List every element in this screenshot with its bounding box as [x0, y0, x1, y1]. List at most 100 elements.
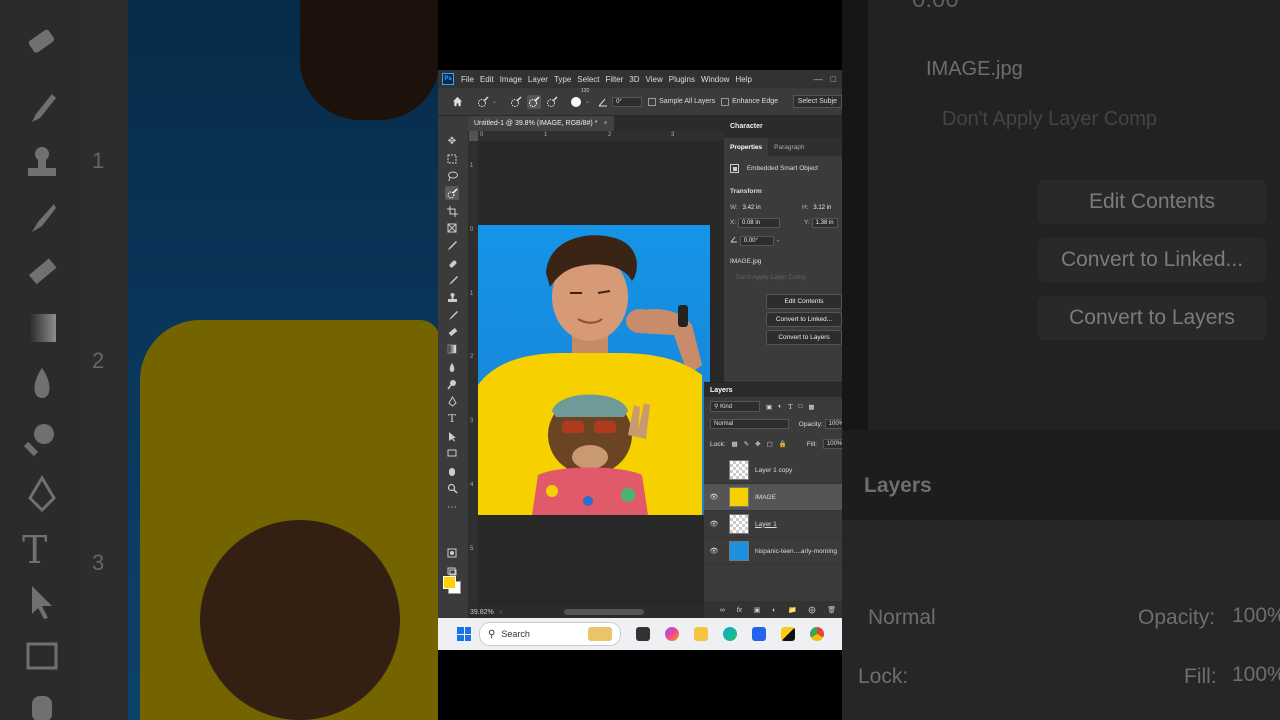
layer-comp-select[interactable]: Don't Apply Layer Comp — [736, 274, 806, 281]
maximize-icon[interactable]: □ — [831, 74, 836, 84]
filter-adjustment-icon[interactable]: ◐ — [778, 403, 782, 410]
type-tool-icon[interactable]: T — [445, 411, 459, 425]
select-subject-button[interactable]: Select Subje — [792, 95, 842, 108]
layer-row[interactable]: 👁 Layer 1 — [704, 511, 842, 538]
link-layers-icon[interactable]: ∞ — [720, 607, 725, 614]
menu-select[interactable]: Select — [574, 75, 602, 84]
menu-layer[interactable]: Layer — [525, 75, 551, 84]
zoom-level[interactable]: 39.82% — [470, 609, 494, 616]
sticky-app-icon[interactable] — [781, 627, 795, 641]
document-tab[interactable]: Untitled-1 @ 39.8% (IMAGE, RGB/8#) * × — [468, 116, 614, 131]
more-tools-icon[interactable]: ⋯ — [445, 500, 459, 514]
edge-browser-icon[interactable] — [723, 627, 737, 641]
quick-select-preset-icon[interactable] — [476, 95, 490, 109]
eraser-tool-icon[interactable] — [445, 325, 459, 339]
home-icon[interactable] — [450, 95, 464, 109]
add-to-selection-icon[interactable] — [527, 94, 542, 109]
angle-rotate-field[interactable]: 0.00° — [739, 235, 774, 246]
blur-tool-icon[interactable] — [445, 360, 459, 374]
angle-field[interactable]: 0° — [612, 96, 643, 107]
convert-to-linked-button[interactable]: Convert to Linked... — [766, 312, 842, 327]
windows-start-icon[interactable] — [457, 627, 471, 641]
brush-tool-icon[interactable] — [445, 273, 459, 287]
eye-icon[interactable]: 👁 — [707, 547, 721, 555]
sample-all-layers-checkbox[interactable] — [648, 97, 657, 106]
horizontal-scrollbar[interactable] — [564, 609, 644, 615]
history-brush-tool-icon[interactable] — [445, 308, 459, 322]
foreground-color-swatch[interactable] — [443, 576, 456, 589]
menu-edit[interactable]: Edit — [477, 75, 497, 84]
delete-layer-icon[interactable]: 🗑 — [827, 606, 836, 614]
taskbar-search[interactable]: ⚲ Search — [479, 622, 621, 646]
hand-tool-icon[interactable] — [445, 464, 459, 478]
brush-size-picker[interactable] — [569, 95, 583, 109]
height-field[interactable]: 3.12 in — [810, 204, 834, 212]
add-mask-icon[interactable]: ▣ — [754, 606, 761, 614]
lock-all-icon[interactable]: 🔒 — [779, 440, 787, 448]
new-layer-icon[interactable]: ⨁ — [808, 606, 815, 614]
menu-filter[interactable]: Filter — [603, 75, 627, 84]
layer-row[interactable]: Layer 1 copy — [704, 457, 842, 484]
chevron-down-icon[interactable]: ⌄ — [585, 98, 590, 105]
blend-mode-select[interactable]: Normal — [710, 419, 789, 429]
copilot-icon[interactable] — [665, 627, 679, 641]
lock-transparent-icon[interactable]: ▩ — [732, 440, 738, 448]
gradient-tool-icon[interactable] — [445, 342, 459, 356]
subtract-from-selection-icon[interactable] — [545, 95, 559, 109]
path-selection-tool-icon[interactable] — [445, 429, 459, 443]
eye-icon[interactable]: 👁 — [707, 493, 721, 501]
fill-field[interactable]: 100% — [822, 439, 842, 449]
opacity-field[interactable]: 100% — [824, 419, 842, 429]
store-icon[interactable] — [752, 627, 766, 641]
menu-view[interactable]: View — [643, 75, 666, 84]
menu-file[interactable]: File — [458, 75, 477, 84]
clone-stamp-tool-icon[interactable] — [445, 290, 459, 304]
status-arrow-icon[interactable]: ‹ — [500, 609, 502, 616]
rectangle-tool-icon[interactable] — [445, 446, 459, 460]
dodge-tool-icon[interactable] — [445, 377, 459, 391]
marquee-tool-icon[interactable] — [445, 152, 459, 166]
x-field[interactable]: 0.08 in — [737, 218, 780, 228]
kind-filter[interactable]: ⚲ Kind — [710, 401, 760, 412]
frame-tool-icon[interactable] — [445, 221, 459, 235]
artwork-image[interactable] — [478, 225, 710, 515]
tab-paragraph[interactable]: Paragraph — [768, 138, 810, 156]
minimize-icon[interactable]: — — [814, 74, 823, 84]
pen-tool-icon[interactable] — [445, 394, 459, 408]
chevron-down-icon[interactable]: ⌄ — [776, 238, 781, 244]
menu-3d[interactable]: 3D — [626, 75, 642, 84]
move-tool-icon[interactable]: ✥ — [445, 134, 459, 148]
menu-plugins[interactable]: Plugins — [666, 75, 698, 84]
layer-row[interactable]: 👁 hispanic-teen....arly-morning — [704, 538, 842, 565]
lasso-tool-icon[interactable] — [445, 169, 459, 183]
filter-smart-object-icon[interactable]: ▦ — [808, 403, 814, 411]
filter-shape-icon[interactable]: □ — [798, 403, 802, 410]
eyedropper-tool-icon[interactable] — [445, 238, 459, 252]
close-tab-icon[interactable]: × — [603, 120, 607, 127]
enhance-edge-checkbox[interactable] — [721, 97, 730, 106]
crop-tool-icon[interactable] — [445, 204, 459, 218]
task-view-icon[interactable] — [636, 627, 650, 641]
layer-effects-icon[interactable]: fx — [737, 607, 742, 614]
menu-help[interactable]: Help — [732, 75, 754, 84]
new-selection-icon[interactable] — [509, 95, 523, 109]
quick-mask-icon[interactable] — [445, 546, 459, 560]
character-panel-tab[interactable]: Character — [724, 116, 842, 136]
menu-window[interactable]: Window — [698, 75, 732, 84]
lock-pixels-icon[interactable]: ✎ — [744, 440, 749, 448]
zoom-tool-icon[interactable] — [445, 481, 459, 495]
convert-to-layers-button[interactable]: Convert to Layers — [766, 330, 842, 345]
layer-row-selected[interactable]: 👁 IMAGE — [704, 484, 842, 511]
menu-type[interactable]: Type — [551, 75, 574, 84]
edit-contents-button[interactable]: Edit Contents — [766, 294, 842, 309]
filter-type-icon[interactable]: T — [788, 403, 792, 411]
lock-position-icon[interactable]: ✥ — [755, 440, 760, 448]
quick-selection-tool-icon[interactable] — [445, 186, 459, 200]
new-group-icon[interactable]: 📁 — [788, 606, 797, 614]
y-field[interactable]: 1.38 in — [811, 218, 838, 228]
lock-artboard-icon[interactable]: ▢ — [767, 440, 773, 448]
filter-image-icon[interactable]: ▣ — [766, 403, 772, 411]
file-explorer-icon[interactable] — [694, 627, 708, 641]
adjustment-layer-icon[interactable]: ◐ — [772, 607, 776, 614]
document-canvas[interactable] — [478, 141, 724, 606]
